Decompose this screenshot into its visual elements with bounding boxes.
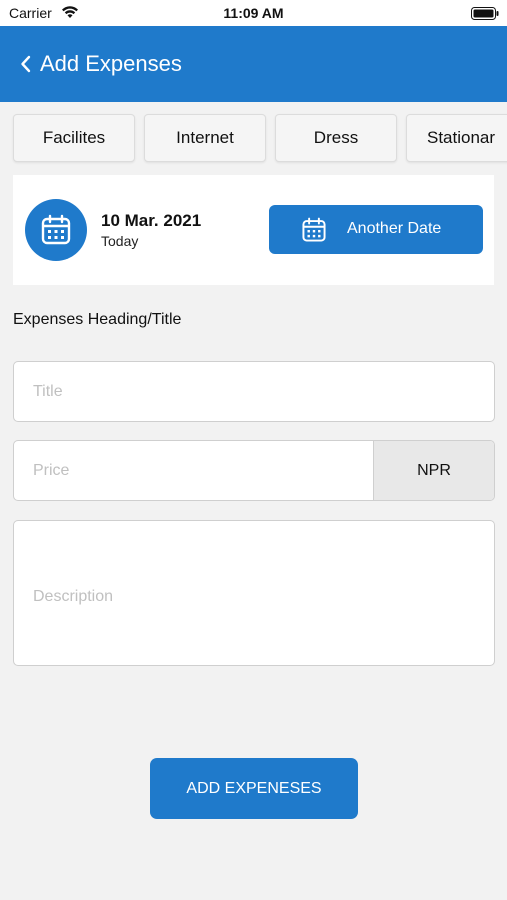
- selected-date: 10 Mar. 2021: [101, 211, 202, 230]
- navigation-bar: Add Expenses: [0, 26, 507, 102]
- calendar-icon: [41, 214, 71, 245]
- category-chip-dress[interactable]: Dress: [275, 114, 397, 162]
- date-badge[interactable]: [25, 199, 87, 261]
- relative-date-label: Today: [101, 233, 139, 249]
- category-scroller[interactable]: Facilites Internet Dress Stationar: [0, 113, 507, 165]
- description-input[interactable]: [13, 520, 495, 666]
- battery-icon: [471, 7, 499, 20]
- page-title: Add Expenses: [40, 51, 182, 76]
- title-input[interactable]: [13, 361, 495, 422]
- chevron-left-icon[interactable]: [19, 54, 33, 74]
- price-group: NPR: [13, 440, 495, 501]
- add-expenses-button[interactable]: ADD EXPENESES: [150, 758, 358, 819]
- status-bar: Carrier 11:09 AM: [0, 0, 507, 26]
- date-card: 10 Mar. 2021 Today Another Date: [13, 175, 494, 285]
- status-time: 11:09 AM: [223, 5, 284, 21]
- calendar-icon: [302, 217, 326, 242]
- category-chip-facilities[interactable]: Facilites: [13, 114, 135, 162]
- price-input[interactable]: [14, 441, 373, 500]
- category-chip-internet[interactable]: Internet: [144, 114, 266, 162]
- category-chip-stationary[interactable]: Stationar: [406, 114, 507, 162]
- another-date-button[interactable]: Another Date: [269, 205, 483, 254]
- section-label: Expenses Heading/Title: [13, 311, 182, 328]
- currency-selector[interactable]: NPR: [373, 441, 494, 500]
- another-date-label: Another Date: [347, 220, 442, 237]
